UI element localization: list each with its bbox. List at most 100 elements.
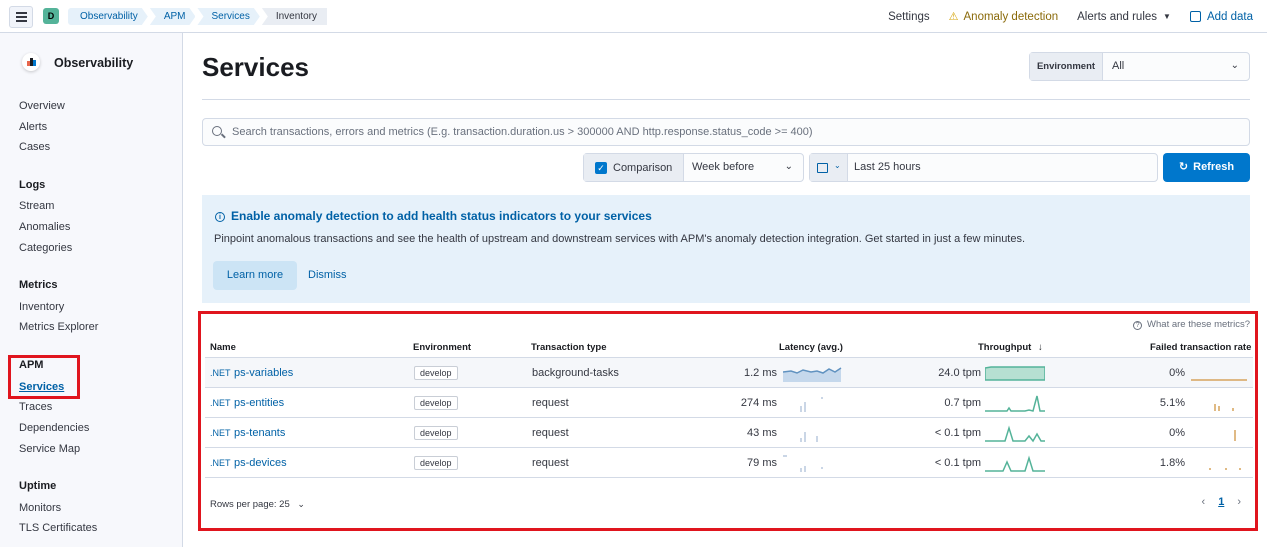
environment-value: All	[1112, 60, 1125, 72]
callout-text: Pinpoint anomalous transactions and see …	[214, 233, 1026, 245]
latency-sparkline	[783, 455, 823, 472]
chevron-down-icon: ⌄	[834, 161, 841, 170]
sidebar-item-categories[interactable]: Categories	[19, 242, 72, 254]
observability-logo-icon	[22, 53, 40, 71]
sparkline-path	[985, 425, 1045, 443]
next-page-icon[interactable]: ›	[1237, 496, 1241, 508]
throughput-sparkline	[985, 425, 1045, 443]
chevron-down-icon: ⌄	[784, 161, 793, 172]
failed-rate-value: 1.8%	[1159, 457, 1185, 469]
chevron-down-icon: ▼	[1163, 12, 1171, 21]
sparkline-path	[800, 432, 818, 442]
breadcrumb-observability[interactable]: Observability	[68, 8, 148, 25]
anomaly-callout: i Enable anomaly detection to add health …	[202, 195, 1250, 303]
environment-label: Environment	[1030, 53, 1103, 80]
transaction-type: request	[532, 397, 569, 409]
sidebar-item-tls-certificates[interactable]: TLS Certificates	[19, 522, 97, 534]
settings-link[interactable]: Settings	[888, 11, 930, 23]
sidebar-item-anomalies[interactable]: Anomalies	[19, 221, 70, 233]
header-actions: Settings ⚠ Anomaly detection Alerts and …	[869, 0, 1253, 33]
sidebar-item-alerts[interactable]: Alerts	[19, 121, 47, 133]
service-name-link[interactable]: ps-entities	[234, 397, 284, 409]
breadcrumb-services[interactable]: Services	[197, 8, 259, 25]
environment-badge: develop	[414, 426, 458, 440]
anomaly-detection-link[interactable]: ⚠ Anomaly detection	[949, 10, 1059, 24]
page-number[interactable]: 1	[1218, 496, 1224, 508]
sidebar-item-traces[interactable]: Traces	[19, 401, 52, 413]
comparison-toggle[interactable]: ✓ Comparison	[584, 154, 684, 181]
top-header: D Observability APM Services Inventory S…	[0, 0, 1267, 33]
environment-badge: develop	[414, 366, 458, 380]
environment-badge: develop	[414, 456, 458, 470]
sidebar-item-metrics-explorer[interactable]: Metrics Explorer	[19, 321, 98, 333]
search-icon	[212, 126, 222, 136]
date-picker: ⌄ Last 25 hours	[809, 153, 1158, 182]
breadcrumb: Observability APM Services Inventory	[68, 8, 329, 25]
refresh-icon: ↻	[1178, 161, 1189, 173]
previous-page-icon[interactable]: ‹	[1202, 496, 1206, 508]
service-name-link[interactable]: ps-tenants	[234, 427, 285, 439]
latency-value: 79 ms	[747, 457, 777, 469]
chevron-down-icon: ⌄	[297, 499, 305, 509]
metrics-help-link[interactable]: ? What are these metrics?	[1133, 319, 1250, 330]
menu-toggle-button[interactable]	[9, 6, 33, 28]
rows-per-page-select[interactable]: Rows per page: 25 ⌄	[210, 499, 305, 510]
search-input[interactable]	[232, 119, 1242, 145]
sidebar-item-dependencies[interactable]: Dependencies	[19, 422, 89, 434]
column-header-transaction-type[interactable]: Transaction type	[531, 342, 607, 353]
table-row-ps-tenants: .NET ps-tenants develop request 43 ms < …	[205, 418, 1253, 448]
sidebar-item-inventory[interactable]: Inventory	[19, 301, 64, 313]
column-header-throughput[interactable]: Throughput ↓	[978, 342, 1043, 353]
environment-select[interactable]: Environment All ⌄	[1029, 52, 1250, 81]
transaction-type: request	[532, 427, 569, 439]
learn-more-button[interactable]: Learn more	[213, 261, 297, 290]
sidebar-item-overview[interactable]: Overview	[19, 100, 65, 112]
date-range-value[interactable]: Last 25 hours	[848, 154, 921, 181]
quick-select-button[interactable]: ⌄	[810, 154, 848, 181]
comparison-checkbox[interactable]: ✓	[595, 161, 607, 174]
sidebar-item-services[interactable]: Services	[19, 381, 64, 393]
column-header-name[interactable]: Name	[210, 342, 236, 353]
throughput-value: 0.7 tpm	[944, 397, 981, 409]
sidebar-section-uptime: Uptime	[19, 480, 57, 492]
callout-title: i Enable anomaly detection to add health …	[215, 209, 652, 223]
sparkline-path	[985, 395, 1045, 412]
latency-sparkline	[800, 397, 823, 412]
sidebar-item-monitors[interactable]: Monitors	[19, 502, 61, 514]
latency-value: 1.2 ms	[743, 367, 777, 379]
sidebar-section-metrics: Metrics	[19, 279, 58, 291]
space-avatar[interactable]: D	[43, 8, 59, 24]
sparkline-path	[783, 455, 823, 472]
throughput-sparkline	[985, 455, 1045, 472]
failed-rate-value: 0%	[1169, 367, 1185, 379]
add-data-icon	[1189, 11, 1201, 22]
transaction-type: background-tasks	[532, 367, 619, 379]
breadcrumb-apm[interactable]: APM	[150, 8, 196, 25]
alerts-and-rules-menu[interactable]: Alerts and rules ▼	[1077, 11, 1171, 23]
column-header-latency[interactable]: Latency (avg.)	[779, 342, 843, 353]
chevron-down-icon: ⌄	[1230, 60, 1239, 71]
throughput-value: < 0.1 tpm	[934, 457, 981, 469]
sparkline-path	[985, 366, 1045, 381]
column-header-environment[interactable]: Environment	[413, 342, 471, 353]
failed-rate-sparkline	[1191, 379, 1247, 381]
sidebar-item-service-map[interactable]: Service Map	[19, 443, 80, 455]
latency-sparkline	[800, 432, 818, 442]
table-row-ps-devices: .NET ps-devices develop request 79 ms < …	[205, 448, 1253, 478]
refresh-button[interactable]: ↻ Refresh	[1163, 153, 1250, 182]
agent-icon: .NET	[210, 398, 231, 408]
sidebar-item-stream[interactable]: Stream	[19, 200, 54, 212]
failed-rate-value: 0%	[1169, 427, 1185, 439]
calendar-icon	[817, 163, 828, 173]
column-header-failed-rate[interactable]: Failed transaction rate	[1150, 342, 1251, 353]
add-data-link[interactable]: Add data	[1189, 11, 1253, 23]
latency-sparkline	[783, 367, 842, 382]
failed-rate-sparkline	[1214, 404, 1234, 411]
environment-badge: develop	[414, 396, 458, 410]
sidebar: Observability Overview Alerts Cases Logs…	[0, 33, 183, 547]
dismiss-button[interactable]: Dismiss	[308, 269, 347, 281]
service-name-link[interactable]: ps-devices	[234, 457, 287, 469]
sidebar-item-cases[interactable]: Cases	[19, 141, 50, 153]
service-name-link[interactable]: ps-variables	[234, 367, 293, 379]
page-divider	[202, 99, 1250, 100]
